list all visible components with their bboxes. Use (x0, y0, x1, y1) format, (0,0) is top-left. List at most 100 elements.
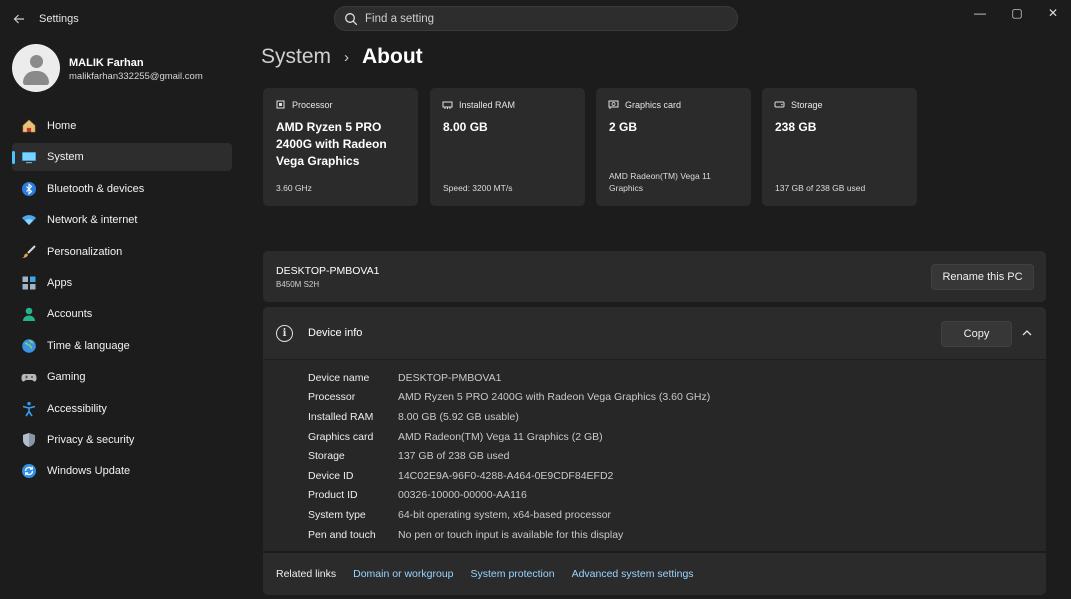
chevron-up-icon[interactable] (1020, 326, 1034, 340)
sidebar-item-label: Privacy & security (47, 433, 135, 446)
spec-row: Product ID 00326-10000-00000-AA116 (308, 486, 710, 506)
accounts-icon (20, 305, 38, 323)
sidebar-item-label: Apps (47, 276, 73, 289)
bluetooth-icon (20, 180, 38, 198)
sidebar-item-label: Bluetooth & devices (47, 182, 145, 195)
ram-card: Installed RAM 8.00 GB Speed: 3200 MT/s (430, 88, 585, 206)
spec-key: Device name (308, 371, 370, 384)
card-value: 8.00 GB (443, 120, 488, 134)
home-icon (20, 117, 38, 135)
related-links-panel: Related links Domain or workgroup System… (263, 553, 1046, 595)
gamepad-icon (20, 368, 38, 386)
apps-icon (20, 274, 38, 292)
sidebar-item-windows-update[interactable]: Windows Update (12, 457, 232, 485)
back-arrow-icon (13, 14, 24, 24)
sidebar-item-personalization[interactable]: Personalization (12, 238, 232, 266)
system-protection-link[interactable]: System protection (471, 568, 555, 580)
graphics-card-icon (608, 100, 619, 109)
breadcrumb: System › About (261, 45, 423, 69)
close-button[interactable]: ✕ (1035, 0, 1071, 26)
shield-icon (20, 431, 38, 449)
back-button[interactable] (8, 8, 30, 30)
card-label: Storage (791, 99, 823, 110)
sidebar-item-privacy-security[interactable]: Privacy & security (12, 426, 232, 454)
search-box[interactable] (334, 6, 738, 31)
rename-pc-button[interactable]: Rename this PC (931, 264, 1034, 290)
profile-name: MALIK Farhan (69, 57, 144, 69)
search-input[interactable] (365, 7, 725, 30)
sidebar-nav: Home System Bluetooth & devices Network … (12, 112, 232, 489)
sidebar-item-label: Home (47, 120, 77, 132)
breadcrumb-parent[interactable]: System (261, 45, 331, 69)
spec-key: System type (308, 508, 366, 521)
spec-row: System type 64-bit operating system, x64-… (308, 505, 710, 525)
spec-value: 8.00 GB (5.92 GB usable) (398, 410, 519, 423)
card-value: AMD Ryzen 5 PRO 2400G with Radeon Vega G… (276, 120, 387, 168)
spec-row: Processor AMD Ryzen 5 PRO 2400G with Rade… (308, 388, 710, 408)
app-title: Settings (39, 13, 79, 25)
pc-model: B450M S2H (276, 280, 320, 289)
copy-button[interactable]: Copy (941, 321, 1012, 347)
spec-value: 14C02E9A-96F0-4288-A464-0E9CDF84EFD2 (398, 469, 614, 482)
sidebar-item-bluetooth[interactable]: Bluetooth & devices (12, 175, 232, 203)
spec-value: AMD Ryzen 5 PRO 2400G with Radeon Vega G… (398, 391, 711, 404)
card-label: Installed RAM (459, 99, 516, 110)
sidebar-item-time-language[interactable]: Time & language (12, 332, 232, 360)
graphics-card-card: Graphics card 2 GB AMD Radeon(TM) Vega 1… (596, 88, 751, 206)
sidebar-item-label: Time & language (47, 339, 130, 352)
ram-icon (442, 101, 453, 109)
spec-key: Product ID (308, 489, 358, 502)
card-sub: 3.60 GHz (276, 183, 312, 193)
spec-key: Pen and touch (308, 528, 376, 541)
sidebar-item-label: Personalization (47, 245, 123, 258)
card-value: 2 GB (609, 120, 638, 134)
storage-icon (774, 101, 785, 108)
sidebar-item-accounts[interactable]: Accounts (12, 300, 232, 328)
minimize-button[interactable]: — (962, 0, 998, 26)
spec-row: Graphics card AMD Radeon(TM) Vega 11 Grap… (308, 427, 710, 447)
sidebar-item-home[interactable]: Home (12, 112, 232, 140)
device-spec-list: Device name DESKTOP-PMBOVA1 Processor AMD … (308, 368, 710, 544)
card-label: Processor (292, 99, 333, 110)
sidebar-item-label: Accounts (47, 308, 93, 321)
avatar-head (30, 55, 43, 68)
globe-icon (20, 337, 38, 355)
spec-key: Installed RAM (308, 410, 374, 423)
pc-name-panel: DESKTOP-PMBOVA1 B450M S2H Rename this PC (263, 251, 1046, 302)
title-bar: Settings — ▢ ✕ (0, 0, 1071, 40)
sidebar-item-label: Network & internet (47, 214, 138, 227)
spec-row: Installed RAM 8.00 GB (5.92 GB usable) (308, 407, 710, 427)
card-sub: AMD Radeon(TM) Vega 11 Graphics (609, 171, 711, 193)
spec-value: 137 GB of 238 GB used (398, 450, 510, 463)
sidebar-item-label: System (47, 151, 84, 164)
spec-key: Storage (308, 450, 345, 463)
profile-email: malikfarhan332255@gmail.com (69, 71, 203, 82)
close-icon: ✕ (1047, 6, 1059, 20)
sidebar-item-label: Gaming (47, 371, 86, 384)
card-sub: 137 GB of 238 GB used (775, 183, 866, 193)
chevron-right-icon: › (344, 48, 350, 66)
sidebar-item-network[interactable]: Network & internet (12, 206, 232, 234)
spec-value: No pen or touch input is available for t… (398, 528, 624, 541)
user-profile[interactable]: MALIK Farhan malikfarhan332255@gmail.com (12, 44, 242, 94)
advanced-system-settings-link[interactable]: Advanced system settings (572, 568, 694, 580)
card-label: Graphics card (625, 99, 682, 110)
device-info-header[interactable]: i Device info Copy (263, 307, 1046, 360)
search-icon (345, 13, 358, 26)
domain-workgroup-link[interactable]: Domain or workgroup (353, 568, 453, 580)
storage-card: Storage 238 GB 137 GB of 238 GB used (762, 88, 917, 206)
accessibility-icon (20, 400, 38, 418)
info-icon: i (276, 325, 293, 342)
sidebar-item-apps[interactable]: Apps (12, 269, 232, 297)
sidebar-item-accessibility[interactable]: Accessibility (12, 395, 232, 423)
spec-value: 64-bit operating system, x64-based proce… (398, 508, 612, 521)
sidebar-item-system[interactable]: System (12, 143, 232, 172)
wifi-icon (20, 211, 38, 229)
maximize-button[interactable]: ▢ (999, 0, 1035, 26)
device-info-panel: i Device info Copy Device name DESKTOP-PM… (263, 307, 1046, 551)
sidebar-item-label: Windows Update (47, 465, 131, 478)
spec-row: Device name DESKTOP-PMBOVA1 (308, 368, 710, 388)
sidebar-item-gaming[interactable]: Gaming (12, 363, 232, 391)
minimize-icon: — (974, 6, 986, 20)
related-links-label: Related links (276, 568, 337, 580)
